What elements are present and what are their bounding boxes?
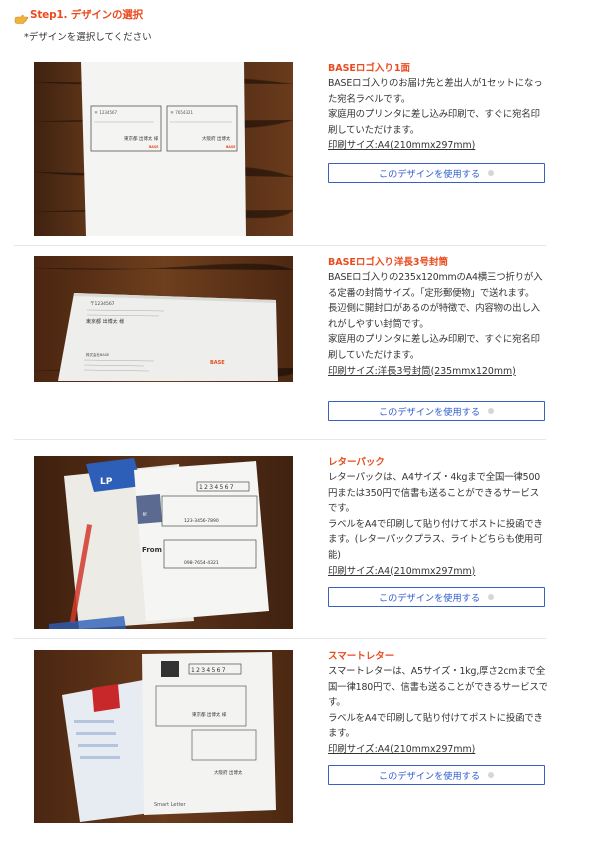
design-row-4: 1234567 東京都 出博太 様 大阪府 出博太 Smart Letter ス… (14, 650, 548, 824)
description-paragraph: BASEロゴ入りのお届け先と差出人が1セットになった宛名ラベルです。 (328, 78, 543, 105)
description-paragraph: 家庭用のプリンタに差し込み印刷で、すぐに宛名印刷していただけます。 (328, 109, 540, 136)
photo-phone-from: 098-7654-4321 (184, 560, 219, 566)
photo-brand: Smart Letter (154, 802, 186, 808)
use-design-button-label: このデザインを使用する (378, 407, 481, 418)
radio-dot-icon (488, 594, 495, 600)
description-paragraph: レターパックは、A4サイズ・4kgまで全国一律500円または350円で信書も送る… (328, 472, 541, 515)
description-paragraph: BASEロゴ入りの235x120mmのA4横三つ折りが入る定番の封筒サイズ。「定… (328, 272, 543, 299)
design-info-3: レターパック レターパックは、A4サイズ・4kgまで全国一律500円または350… (328, 456, 548, 631)
photo-logo-left: BASE (149, 145, 158, 149)
design-title: BASEロゴ入り1面 (328, 63, 411, 74)
design-photo-3[interactable]: LP 宛 1234567 123-3456-7890 From 098-7654… (34, 456, 293, 629)
use-design-button-label: このデザインを使用する (378, 593, 481, 604)
use-design-button-label: このデザインを使用する (378, 771, 481, 782)
row-divider (14, 439, 546, 440)
design-description: BASEロゴ入りのお届け先と差出人が1セットになった宛名ラベルです。 家庭用のプ… (328, 76, 548, 138)
print-size: 印刷サイズ:A4(210mmx297mm) (328, 140, 476, 152)
photo-from: From (142, 546, 162, 554)
use-design-button[interactable]: このデザインを使用する (328, 765, 545, 785)
photo-name-to: 東京都 出博太 様 (192, 711, 227, 718)
photo-brand: LP (100, 477, 113, 487)
description-paragraph: ラベルをA4で印刷して貼り付けてポストに投函できます。(レターパックプラス、ライ… (328, 518, 543, 561)
design-info-2: BASEロゴ入り洋長3号封筒 BASEロゴ入りの235x120mmのA4横三つ折… (328, 256, 548, 430)
photo-logo-right: BASE (226, 145, 235, 149)
design-description: BASEロゴ入りの235x120mmのA4横三つ折りが入る定番の封筒サイズ。「定… (328, 270, 548, 364)
photo-postal-boxes: 1234567 (191, 667, 227, 674)
design-row-3: LP 宛 1234567 123-3456-7890 From 098-7654… (14, 456, 546, 631)
design-info-4: スマートレター スマートレターは、A5サイズ・1kg,厚さ2cmまで全国一律18… (328, 650, 548, 824)
photo-name-from: 大阪府 出博太 (214, 769, 243, 776)
use-design-button[interactable]: このデザインを使用する (328, 587, 545, 607)
row-divider (14, 638, 546, 639)
instruction-text: *デザインを選択してください (24, 32, 152, 43)
design-title: BASEロゴ入り洋長3号封筒 (328, 257, 449, 268)
photo-name: 東京都 出博太 様 (86, 318, 124, 325)
design-photo-2[interactable]: 〒1234567 東京都 出博太 様 株式会社BASE BASE (34, 256, 293, 382)
photo-postal: 〒1234567 (90, 301, 115, 307)
use-design-button-label: このデザインを使用する (378, 169, 481, 180)
design-photo-4[interactable]: 1234567 東京都 出博太 様 大阪府 出博太 Smart Letter (34, 650, 293, 823)
svg-text:宛: 宛 (141, 512, 147, 516)
design-row-1: 〒 1234567 東京都 出博太 様 BASE 〒 7654321 大阪府 出… (14, 62, 546, 236)
photo-postal-right: 〒 7654321 (170, 110, 194, 115)
pointing-hand-icon (14, 9, 29, 24)
print-size: 印刷サイズ:A4(210mmx297mm) (328, 743, 476, 755)
design-description: スマートレターは、A5サイズ・1kg,厚さ2cmまで全国一律180円で、信書も送… (328, 664, 548, 742)
design-photo-1[interactable]: 〒 1234567 東京都 出博太 様 BASE 〒 7654321 大阪府 出… (34, 62, 293, 236)
photo-logo: BASE (210, 360, 225, 366)
print-size: 印刷サイズ:A4(210mmx297mm) (328, 565, 476, 577)
print-size: 印刷サイズ:洋長3号封筒(235mmx120mm) (328, 365, 516, 377)
design-title: レターパック (328, 457, 385, 468)
design-row-2: 〒1234567 東京都 出博太 様 株式会社BASE BASE BASEロゴ入… (14, 256, 546, 430)
photo-sender: 株式会社BASE (86, 352, 109, 357)
design-title: スマートレター (328, 651, 395, 662)
step-title: Step1. デザインの選択 (30, 8, 143, 21)
radio-dot-icon (488, 408, 495, 414)
description-paragraph: 長辺側に開封口があるのが特徴で、内容物の出し入れがしやすい封筒です。 (328, 303, 540, 330)
design-description: レターパックは、A4サイズ・4kgまで全国一律500円または350円で信書も送る… (328, 470, 548, 564)
photo-name-left: 東京都 出博太 様 (124, 135, 159, 142)
description-paragraph: ラベルをA4で印刷して貼り付けてポストに投函できます。 (328, 712, 543, 740)
use-design-button[interactable]: このデザインを使用する (328, 401, 545, 421)
photo-postal-boxes: 1234567 (199, 484, 235, 491)
row-divider (14, 245, 546, 246)
description-paragraph: 家庭用のプリンタに差し込み印刷で、すぐに宛名印刷していただけます。 (328, 334, 540, 361)
photo-postal-left: 〒 1234567 (94, 110, 118, 115)
radio-dot-icon (488, 772, 495, 778)
step-header: Step1. デザインの選択 (14, 6, 143, 24)
photo-name-right: 大阪府 出博太 (202, 135, 231, 142)
design-info-1: BASEロゴ入り1面 BASEロゴ入りのお届け先と差出人が1セットになった宛名ラ… (328, 62, 548, 236)
photo-phone-to: 123-3456-7890 (184, 518, 219, 524)
use-design-button[interactable]: このデザインを使用する (328, 163, 545, 183)
radio-dot-icon (488, 170, 495, 176)
description-paragraph: スマートレターは、A5サイズ・1kg,厚さ2cmまで全国一律180円で、信書も送… (328, 666, 548, 709)
